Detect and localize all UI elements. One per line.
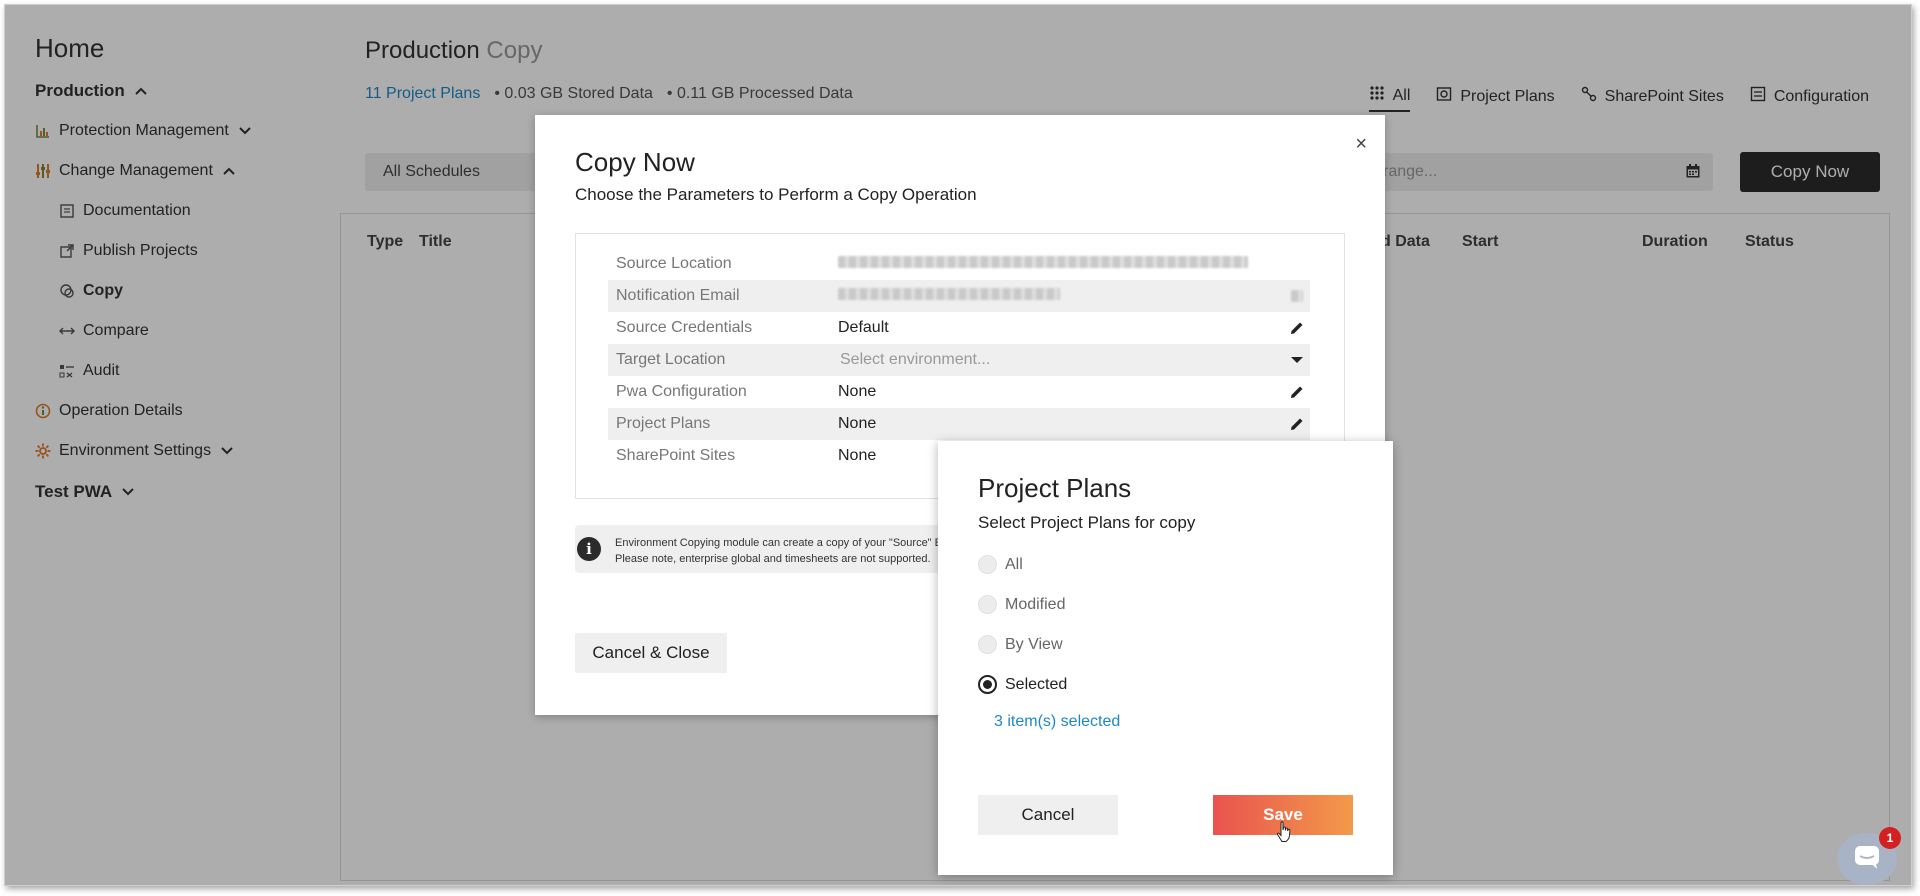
param-label: Source Location bbox=[616, 255, 732, 272]
pencil-icon[interactable] bbox=[1284, 321, 1310, 335]
radio-option-modified[interactable]: Modified bbox=[978, 595, 1065, 614]
param-row-target-location[interactable]: Target Location Select environment... bbox=[608, 344, 1310, 376]
radio-label: Selected bbox=[1005, 675, 1068, 693]
param-row-source-location: Source Location bbox=[608, 248, 1310, 280]
param-label: Source Credentials bbox=[616, 319, 753, 336]
param-row-pwa-configuration[interactable]: Pwa Configuration None bbox=[608, 376, 1310, 408]
target-environment-select[interactable]: Select environment... bbox=[838, 351, 1284, 369]
dialog-subtitle: Select Project Plans for copy bbox=[978, 513, 1196, 532]
cancel-button[interactable]: Cancel bbox=[978, 795, 1118, 835]
radio-button[interactable] bbox=[978, 635, 997, 654]
info-icon: i bbox=[577, 537, 601, 561]
param-label: Project Plans bbox=[616, 415, 711, 432]
param-row-project-plans[interactable]: Project Plans None bbox=[608, 408, 1310, 440]
pencil-icon[interactable] bbox=[1284, 417, 1310, 431]
modal-title: Copy Now bbox=[575, 147, 695, 177]
caret-down-icon[interactable] bbox=[1284, 356, 1310, 364]
radio-option-selected[interactable]: Selected bbox=[978, 675, 1067, 694]
redacted-email bbox=[838, 288, 1060, 300]
modal-subtitle: Choose the Parameters to Perform a Copy … bbox=[575, 185, 977, 204]
cancel-close-button[interactable]: Cancel & Close bbox=[575, 633, 727, 673]
param-row-notification-email[interactable]: Notification Email bbox=[608, 280, 1310, 312]
param-label: SharePoint Sites bbox=[616, 447, 736, 464]
radio-option-by-view[interactable]: By View bbox=[978, 635, 1063, 654]
notification-badge: 1 bbox=[1879, 827, 1901, 849]
param-label: Notification Email bbox=[616, 287, 740, 304]
param-label: Target Location bbox=[616, 351, 726, 368]
redacted-url bbox=[838, 256, 1248, 268]
radio-label: By View bbox=[1005, 635, 1063, 653]
dialog-title: Project Plans bbox=[978, 473, 1132, 503]
param-value-blurred bbox=[838, 287, 1284, 305]
param-value: None bbox=[838, 383, 877, 400]
radio-label: All bbox=[1005, 555, 1023, 573]
param-value-blurred bbox=[838, 255, 1310, 273]
param-value: Default bbox=[838, 319, 889, 336]
radio-label: Modified bbox=[1005, 595, 1066, 613]
radio-button[interactable] bbox=[978, 595, 997, 614]
hand-cursor-icon bbox=[1276, 821, 1294, 848]
radio-button[interactable] bbox=[978, 555, 997, 574]
project-plans-dialog: Project Plans Select Project Plans for c… bbox=[938, 441, 1393, 875]
radio-button-checked[interactable] bbox=[978, 675, 997, 694]
app-window: Home Production Protection Management Ch… bbox=[4, 4, 1912, 886]
close-icon[interactable]: × bbox=[1355, 133, 1367, 156]
param-value: None bbox=[838, 415, 877, 432]
selected-items-link[interactable]: 3 item(s) selected bbox=[994, 713, 1120, 731]
chat-bubble-icon bbox=[1853, 844, 1881, 875]
edit-icon[interactable] bbox=[1284, 290, 1310, 302]
pencil-icon[interactable] bbox=[1284, 385, 1310, 399]
param-label: Pwa Configuration bbox=[616, 383, 747, 400]
param-row-source-credentials[interactable]: Source Credentials Default bbox=[608, 312, 1310, 344]
radio-option-all[interactable]: All bbox=[978, 555, 1023, 574]
